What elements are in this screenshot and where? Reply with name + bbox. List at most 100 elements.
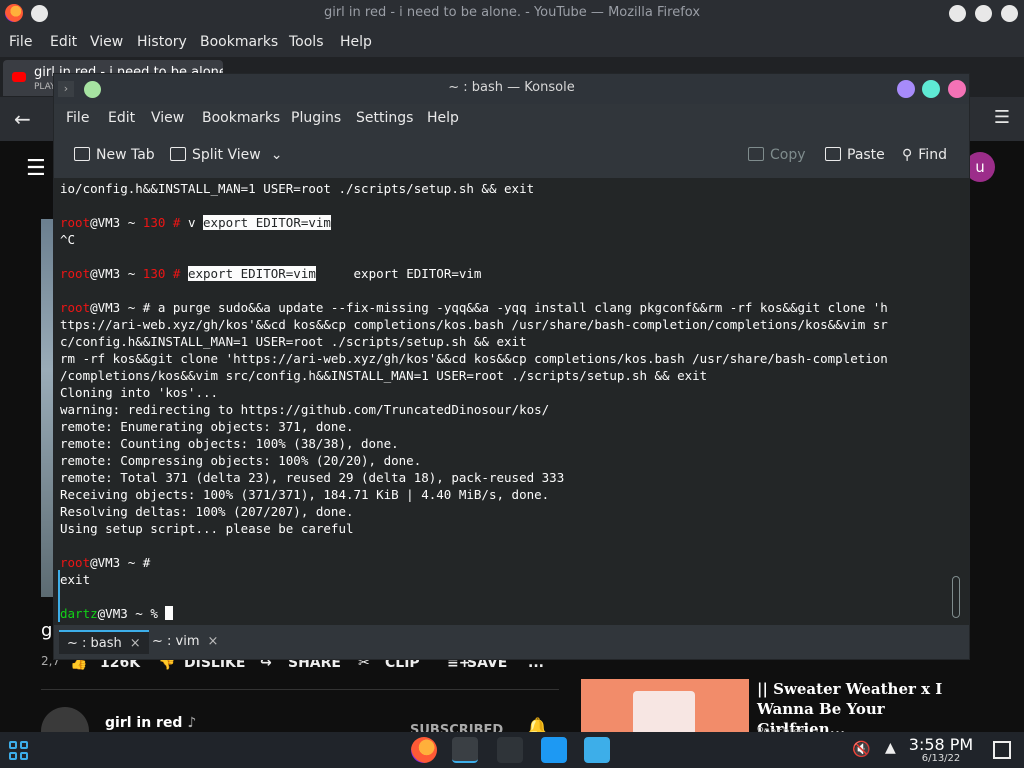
file-manager-icon[interactable] <box>584 737 610 763</box>
copy-label: Copy <box>770 147 806 163</box>
firefox-titlebar: girl in red - i need to be alone. - YouT… <box>0 0 1024 27</box>
close-tab-icon[interactable]: × <box>208 634 219 649</box>
chevron-down-icon: ⌄ <box>270 147 283 163</box>
firefox-task-icon[interactable] <box>411 737 437 763</box>
app-menu-icon[interactable]: ☰ <box>994 107 1010 128</box>
prompt-user: root <box>60 215 91 230</box>
menu-bookmarks[interactable]: Bookmarks <box>202 110 280 126</box>
command-text: v <box>187 215 204 230</box>
menu-edit[interactable]: Edit <box>50 34 77 50</box>
terminal-line: io/config.h&&INSTALL_MAN=1 USER=root ./s… <box>60 181 535 196</box>
konsole-menubar: File Edit View Bookmarks Plugins Setting… <box>54 104 969 134</box>
konsole-window: › ~ : bash — Konsole File Edit View Book… <box>53 73 970 660</box>
system-settings-icon[interactable] <box>497 737 523 763</box>
menu-plugins[interactable]: Plugins <box>291 110 341 126</box>
selected-text: export EDITOR=vim <box>187 266 316 281</box>
find-label: Find <box>918 147 947 163</box>
discover-icon[interactable] <box>541 737 567 763</box>
split-view-button[interactable]: Split View ⌄ <box>170 147 282 163</box>
prompt-host: @VM3 ~ % <box>97 606 166 621</box>
menu-view[interactable]: View <box>151 110 184 126</box>
clock-date: 6/13/22 <box>921 753 961 764</box>
tab-label: ~ : vim <box>152 634 200 649</box>
firefox-menubar: File Edit View History Bookmarks Tools H… <box>0 27 1024 57</box>
paste-label: Paste <box>847 147 885 163</box>
minimize-button[interactable] <box>897 80 915 98</box>
paste-icon <box>825 147 841 161</box>
youtube-menu-icon[interactable]: ☰ <box>26 156 46 181</box>
terminal-line: root@VM3 ~ # <box>60 554 150 571</box>
music-note-icon: ♪ <box>187 715 197 731</box>
volume-muted-icon[interactable]: 🔇 <box>852 740 871 758</box>
menu-edit[interactable]: Edit <box>108 110 135 126</box>
terminal-line: Receiving objects: 100% (371/371), 184.7… <box>60 487 550 502</box>
konsole-task-icon[interactable] <box>452 737 478 763</box>
konsole-titlebar: › ~ : bash — Konsole <box>54 74 969 104</box>
konsole-toolbar: New Tab Split View ⌄ Copy Paste ⚲ Find <box>54 136 969 176</box>
prompt-user: root <box>60 300 91 315</box>
menu-view[interactable]: View <box>90 34 123 50</box>
terminal-line: root@VM3 ~ # a purge sudo&&a update --fi… <box>60 299 888 316</box>
close-button[interactable] <box>948 80 966 98</box>
find-button[interactable]: ⚲ Find <box>902 147 947 163</box>
new-tab-icon <box>74 147 90 161</box>
konsole-title: ~ : bash — Konsole <box>448 80 575 95</box>
menu-settings[interactable]: Settings <box>356 110 413 126</box>
tab-vim[interactable]: ~ : vim × <box>144 630 226 654</box>
tab-label: ~ : bash <box>67 636 122 651</box>
terminal-line: ttps://ari-web.xyz/gh/kos'&&cd kos&&cp c… <box>60 317 888 332</box>
menu-history[interactable]: History <box>137 34 187 50</box>
close-tab-icon[interactable]: × <box>130 636 141 651</box>
back-arrow-icon[interactable]: ← <box>14 107 31 131</box>
youtube-icon <box>12 72 26 82</box>
scrollbar[interactable] <box>952 576 960 618</box>
prompt-user: dartz <box>60 606 98 621</box>
maximize-button[interactable] <box>975 5 992 22</box>
prompt-host: @VM3 ~ # <box>90 555 151 570</box>
terminal-line: root@VM3 ~ 130 # v export EDITOR=vim <box>60 214 331 231</box>
menu-help[interactable]: Help <box>340 34 372 50</box>
show-desktop-icon[interactable] <box>993 741 1011 759</box>
terminal-line: remote: Total 371 (delta 23), reused 29 … <box>60 470 565 485</box>
terminal-line: rm -rf kos&&git clone 'https://ari-web.x… <box>60 351 888 366</box>
terminal-line: remote: Compressing objects: 100% (20/20… <box>60 453 422 468</box>
clock-time[interactable]: 3:58 PM <box>906 735 976 754</box>
menu-file[interactable]: File <box>9 34 32 50</box>
tray-expand-icon[interactable]: ▲ <box>885 740 896 756</box>
recommended-thumbnail[interactable] <box>581 679 749 735</box>
selected-text: export EDITOR=vim <box>203 215 331 230</box>
split-view-icon <box>170 147 186 161</box>
menu-bookmarks[interactable]: Bookmarks <box>200 34 278 50</box>
search-icon: ⚲ <box>902 147 913 163</box>
thumbnail-image <box>633 691 695 735</box>
menu-help[interactable]: Help <box>427 110 459 126</box>
minimize-button[interactable] <box>949 5 966 22</box>
close-button[interactable] <box>1001 5 1018 22</box>
channel-name-text: girl in red <box>105 715 183 731</box>
text-cursor <box>165 606 174 620</box>
copy-button[interactable]: Copy <box>748 147 806 163</box>
app-launcher-icon[interactable] <box>9 741 29 761</box>
terminal-line: Using setup script... please be careful <box>60 521 354 536</box>
maximize-button[interactable] <box>922 80 940 98</box>
new-tab-button[interactable]: New Tab <box>74 147 155 163</box>
terminal-line: Cloning into 'kos'... <box>60 385 219 400</box>
exit-code: 130 <box>142 215 166 230</box>
menu-tools[interactable]: Tools <box>289 34 324 50</box>
channel-name[interactable]: girl in red ♪ <box>105 715 196 731</box>
tab-bash[interactable]: ~ : bash × <box>59 630 149 654</box>
command-text: a purge sudo&&a update --fix-missing -yq… <box>157 300 888 315</box>
terminal-output[interactable]: io/config.h&&INSTALL_MAN=1 USER=root ./s… <box>54 178 969 625</box>
menu-file[interactable]: File <box>66 110 89 126</box>
exit-code: 130 <box>142 266 166 281</box>
command-text: export EDITOR=vim <box>315 266 482 281</box>
prompt-hash: # <box>165 215 188 230</box>
paste-button[interactable]: Paste <box>825 147 885 163</box>
new-tab-label: New Tab <box>96 147 155 163</box>
terminal-line: root@VM3 ~ 130 # export EDITOR=vim expor… <box>60 265 481 282</box>
prompt-host: @VM3 ~ <box>90 266 143 281</box>
terminal-line: remote: Enumerating objects: 371, done. <box>60 419 354 434</box>
copy-icon <box>748 147 764 161</box>
prompt-user: root <box>60 555 91 570</box>
terminal-line: /completions/kos&&vim src/config.h&&INST… <box>60 368 708 383</box>
